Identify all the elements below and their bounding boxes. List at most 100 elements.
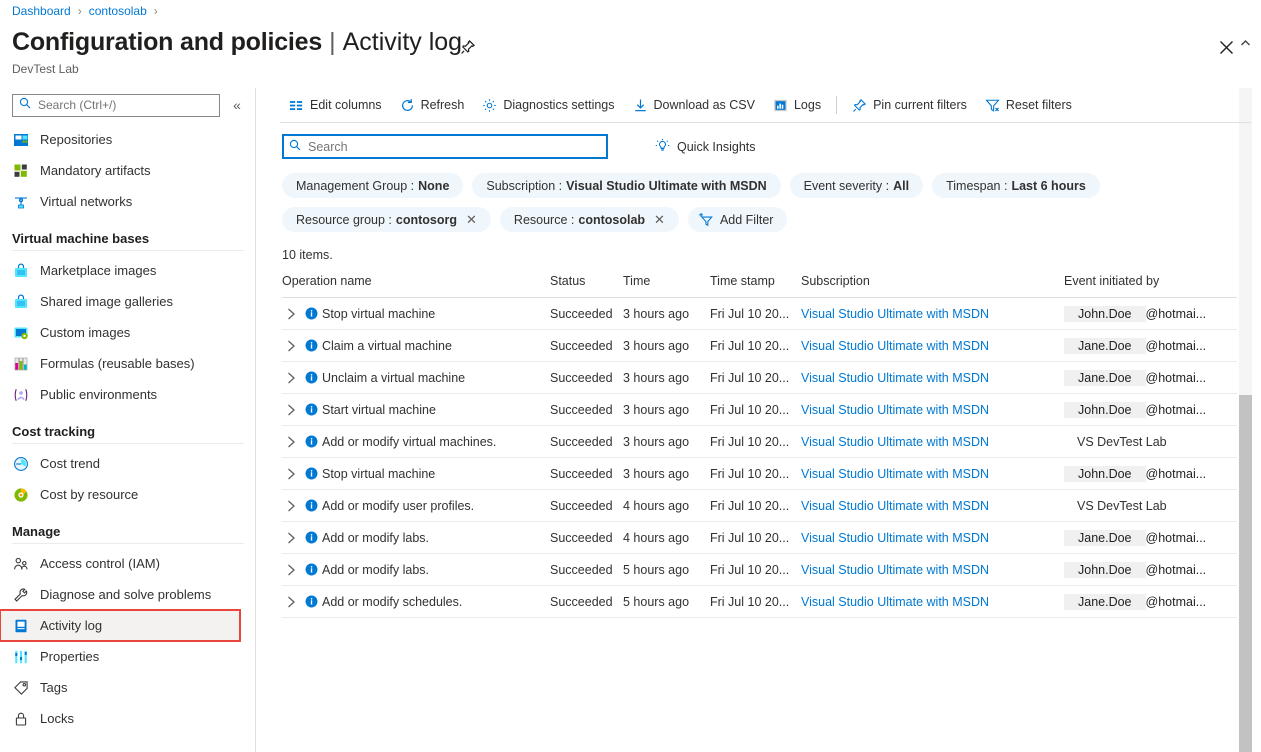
table-row[interactable]: Start virtual machineSucceeded3 hours ag… [282,394,1237,426]
toolbar-button-diagnostics-settings[interactable]: Diagnostics settings [473,91,623,119]
sidebar-search-input[interactable] [36,97,196,113]
table-row[interactable]: Add or modify virtual machines.Succeeded… [282,426,1237,458]
quick-insights-button[interactable]: Quick Insights [655,138,756,156]
sidebar-scroll-up-button[interactable] [1239,36,1252,49]
operation-name-label: Add or modify labs. [322,531,429,545]
sidebar-collapse-button[interactable]: « [228,97,246,113]
filter-pill-resource-group[interactable]: Resource group :contosorg✕ [282,207,491,232]
column-header-event-initiated-by[interactable]: Event initiated by [1064,274,1237,298]
sidebar-search-box[interactable] [12,94,220,117]
toolbar-button-download-as-csv[interactable]: Download as CSV [624,91,764,119]
sidebar-item-shared-image-galleries[interactable]: Shared image galleries [0,286,256,317]
breadcrumb-item-dashboard[interactable]: Dashboard [12,4,71,18]
toolbar-button-logs[interactable]: Logs [764,91,830,119]
info-icon[interactable] [301,339,322,352]
subscription-link[interactable]: Visual Studio Ultimate with MSDN [801,563,989,577]
pin-blade-button[interactable] [455,34,481,60]
table-row[interactable]: Add or modify schedules.Succeeded5 hours… [282,586,1237,618]
subscription-link[interactable]: Visual Studio Ultimate with MSDN [801,499,989,513]
logs-icon [773,98,788,113]
info-icon[interactable] [301,531,322,544]
toolbar-button-label: Edit columns [310,98,382,112]
sidebar-item-access-control-iam[interactable]: Access control (IAM) [0,548,256,579]
sidebar-item-formulas-reusable-bases[interactable]: Formulas (reusable bases) [0,348,256,379]
toolbar-button-edit-columns[interactable]: Edit columns [280,91,391,119]
subscription-link[interactable]: Visual Studio Ultimate with MSDN [801,435,989,449]
initiator-domain: @hotmai... [1146,339,1207,353]
page-subtitle: DevTest Lab [12,62,79,76]
filter-pill-management-group[interactable]: Management Group :None [282,173,463,198]
toolbar-button-label: Logs [794,98,821,112]
filter-pill-remove-icon[interactable]: ✕ [466,212,477,228]
subscription-link[interactable]: Visual Studio Ultimate with MSDN [801,371,989,385]
expand-row-chevron-icon[interactable] [282,532,301,544]
table-row[interactable]: Add or modify labs.Succeeded5 hours agoF… [282,554,1237,586]
filter-pill-subscription[interactable]: Subscription :Visual Studio Ultimate wit… [472,173,780,198]
activity-search-input[interactable] [306,139,586,155]
sidebar-item-repositories[interactable]: Repositories [0,124,256,155]
table-row[interactable]: Unclaim a virtual machineSucceeded3 hour… [282,362,1237,394]
info-icon[interactable] [301,403,322,416]
info-icon[interactable] [301,467,322,480]
expand-row-chevron-icon[interactable] [282,308,301,320]
column-header-status[interactable]: Status [550,274,623,298]
sidebar-item-cost-trend[interactable]: Cost trend [0,448,256,479]
sidebar-item-cost-by-resource[interactable]: Cost by resource [0,479,256,510]
subscription-link[interactable]: Visual Studio Ultimate with MSDN [801,307,989,321]
cell-time: 5 hours ago [623,554,710,586]
sidebar-item-marketplace-images[interactable]: Marketplace images [0,255,256,286]
expand-row-chevron-icon[interactable] [282,340,301,352]
subscription-link[interactable]: Visual Studio Ultimate with MSDN [801,531,989,545]
repositories-icon [12,131,30,149]
toolbar-button-pin-current-filters[interactable]: Pin current filters [843,91,976,119]
column-header-time-stamp[interactable]: Time stamp [710,274,801,298]
table-row[interactable]: Add or modify labs.Succeeded4 hours agoF… [282,522,1237,554]
subscription-link[interactable]: Visual Studio Ultimate with MSDN [801,467,989,481]
filter-pill-remove-icon[interactable]: ✕ [654,212,665,228]
column-header-time[interactable]: Time [623,274,710,298]
info-icon[interactable] [301,563,322,576]
column-header-operation-name[interactable]: Operation name [282,274,550,298]
expand-row-chevron-icon[interactable] [282,468,301,480]
quick-insights-label: Quick Insights [677,140,756,154]
expand-row-chevron-icon[interactable] [282,500,301,512]
info-icon[interactable] [301,499,322,512]
close-blade-button[interactable] [1213,34,1239,60]
subscription-link[interactable]: Visual Studio Ultimate with MSDN [801,339,989,353]
filter-pill-timespan[interactable]: Timespan :Last 6 hours [932,173,1100,198]
sidebar-item-locks[interactable]: Locks [0,703,256,734]
expand-row-chevron-icon[interactable] [282,436,301,448]
subscription-link[interactable]: Visual Studio Ultimate with MSDN [801,403,989,417]
activity-search-box[interactable] [282,134,608,159]
breadcrumb-item-contosolab[interactable]: contosolab [89,4,147,18]
sidebar-item-label: Cost by resource [40,487,138,502]
sidebar-item-virtual-networks[interactable]: Virtual networks [0,186,256,217]
toolbar-button-refresh[interactable]: Refresh [391,91,474,119]
column-header-subscription[interactable]: Subscription [801,274,1064,298]
info-icon[interactable] [301,435,322,448]
sidebar-item-properties[interactable]: Properties [0,641,256,672]
sidebar-item-custom-images[interactable]: Custom images [0,317,256,348]
expand-row-chevron-icon[interactable] [282,404,301,416]
table-row[interactable]: Stop virtual machineSucceeded3 hours ago… [282,298,1237,330]
add-filter-button[interactable]: Add Filter [688,207,788,232]
sidebar-item-public-environments[interactable]: Public environments [0,379,256,410]
subscription-link[interactable]: Visual Studio Ultimate with MSDN [801,595,989,609]
toolbar-button-label: Pin current filters [873,98,967,112]
table-row[interactable]: Add or modify user profiles.Succeeded4 h… [282,490,1237,522]
table-row[interactable]: Claim a virtual machineSucceeded3 hours … [282,330,1237,362]
filter-pill-resource[interactable]: Resource :contosolab✕ [500,207,679,232]
sidebar-item-activity-log[interactable]: Activity log [0,610,240,641]
filter-pill-event-severity[interactable]: Event severity :All [790,173,923,198]
info-icon[interactable] [301,595,322,608]
table-row[interactable]: Stop virtual machineSucceeded3 hours ago… [282,458,1237,490]
sidebar-item-mandatory-artifacts[interactable]: Mandatory artifacts [0,155,256,186]
info-icon[interactable] [301,307,322,320]
expand-row-chevron-icon[interactable] [282,596,301,608]
sidebar-item-tags[interactable]: Tags [0,672,256,703]
expand-row-chevron-icon[interactable] [282,372,301,384]
info-icon[interactable] [301,371,322,384]
toolbar-button-reset-filters[interactable]: Reset filters [976,91,1081,119]
expand-row-chevron-icon[interactable] [282,564,301,576]
sidebar-item-diagnose-and-solve-problems[interactable]: Diagnose and solve problems [0,579,256,610]
